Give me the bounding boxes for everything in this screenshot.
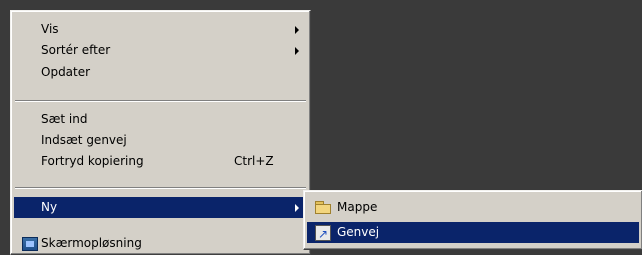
new-submenu: Mappe Genvej [303,190,642,250]
folder-icon [315,201,331,214]
menu-item-label: Opdater [41,65,91,79]
display-icon [22,237,38,251]
menu-item-undo-copy[interactable]: Fortryd kopiering Ctrl+Z [14,151,307,172]
menu-item-label: Sortér efter [41,43,111,57]
submenu-item-label: Mappe [337,200,378,214]
menu-item-label: Vis [41,22,59,36]
menu-item-screen-resolution[interactable]: Skærmopløsning [14,233,307,254]
submenu-item-folder[interactable]: Mappe [307,197,639,218]
menu-item-label: Fortryd kopiering [41,154,144,168]
menu-item-shortcut: Ctrl+Z [234,154,274,168]
menu-item-label: Ny [41,200,58,214]
menu-separator [15,100,306,102]
menu-item-vis[interactable]: Vis [14,19,307,40]
menu-item-label: Skærmopløsning [41,236,142,250]
menu-item-label: Indsæt genvej [41,133,127,147]
menu-item-refresh[interactable]: Opdater [14,62,307,83]
submenu-arrow-icon [295,204,299,212]
shortcut-icon [315,224,331,245]
menu-item-paste-shortcut[interactable]: Indsæt genvej [14,130,307,151]
submenu-item-label: Genvej [337,225,380,239]
menu-item-sort-by[interactable]: Sortér efter [14,40,307,61]
submenu-item-shortcut[interactable]: Genvej [307,222,639,245]
submenu-arrow-icon [295,26,299,34]
folder-body-icon-part [315,204,331,214]
submenu-arrow-icon [295,47,299,55]
menu-separator [15,187,306,189]
menu-item-label: Sæt ind [41,112,88,126]
menu-item-new[interactable]: Ny [14,197,307,218]
desktop-context-menu: Vis Sortér efter Opdater Sæt ind Indsæt … [10,10,311,255]
menu-item-paste[interactable]: Sæt ind [14,109,307,130]
